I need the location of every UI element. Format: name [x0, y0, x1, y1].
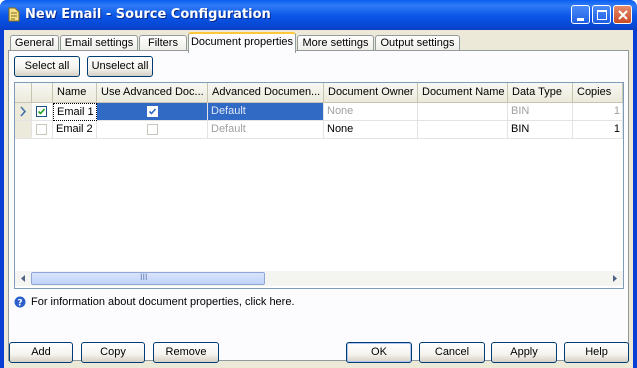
dialog-window: New Email - Source Configuration General… — [0, 0, 637, 368]
use-advanced-checkbox[interactable] — [147, 106, 158, 117]
close-button[interactable] — [613, 5, 632, 24]
remove-button[interactable]: Remove — [153, 342, 219, 363]
scroll-right-icon[interactable] — [608, 271, 622, 286]
header-advanced-document[interactable]: Advanced Documen... — [208, 83, 324, 103]
row-check-cell[interactable] — [32, 103, 53, 121]
close-icon — [618, 10, 628, 20]
checkmark-icon — [148, 108, 157, 115]
minimize-button[interactable] — [571, 5, 590, 24]
header-copies[interactable]: Copies — [573, 83, 623, 103]
document-owner-cell[interactable]: None — [324, 103, 418, 121]
header-data-type[interactable]: Data Type — [508, 83, 573, 103]
header-document-name[interactable]: Document Name — [418, 83, 508, 103]
maximize-icon — [597, 10, 607, 20]
copy-button[interactable]: Copy — [81, 342, 145, 363]
document-owner-cell[interactable]: None — [324, 121, 418, 139]
svg-text:?: ? — [17, 299, 22, 309]
title-bar[interactable]: New Email - Source Configuration — [0, 0, 637, 30]
use-advanced-cell[interactable] — [97, 121, 208, 139]
dialog-body: General Email settings Filters Document … — [4, 30, 633, 368]
info-text[interactable]: For information about document propertie… — [31, 296, 295, 308]
row-checkbox[interactable] — [36, 106, 47, 117]
scroll-grip: III — [140, 272, 148, 282]
use-advanced-cell[interactable] — [97, 103, 208, 121]
scroll-thumb[interactable]: III — [31, 272, 265, 285]
current-row-icon — [20, 106, 27, 117]
data-type-cell[interactable]: BIN — [508, 121, 573, 139]
header-name[interactable]: Name — [53, 83, 97, 103]
document-name-cell[interactable] — [418, 103, 508, 121]
row-selector[interactable] — [15, 103, 32, 121]
document-properties-grid: Name Use Advanced Doc... Advanced Docume… — [14, 82, 624, 289]
minimize-icon — [577, 18, 584, 21]
help-icon: ? — [14, 296, 26, 308]
advanced-document-cell[interactable]: Default — [208, 103, 324, 121]
name-cell[interactable]: Email 2 — [53, 121, 97, 139]
horizontal-scrollbar[interactable]: III — [15, 271, 623, 286]
table-row[interactable]: Email 1 Default None BIN 1 — [15, 103, 623, 121]
grid-header: Name Use Advanced Doc... Advanced Docume… — [15, 83, 623, 103]
advanced-document-cell[interactable]: Default — [208, 121, 324, 139]
document-properties-panel: Select all Unselect all Name Use Advance… — [8, 50, 629, 361]
row-header-corner — [15, 83, 32, 103]
data-type-cell[interactable]: BIN — [508, 103, 573, 121]
tab-document-properties[interactable]: Document properties — [188, 32, 296, 53]
use-advanced-checkbox[interactable] — [147, 124, 158, 135]
cancel-button[interactable]: Cancel — [419, 342, 485, 363]
scroll-left-icon[interactable] — [16, 271, 30, 286]
copies-cell[interactable]: 1 — [573, 121, 623, 139]
row-checkbox[interactable] — [36, 124, 47, 135]
name-cell[interactable]: Email 1 — [53, 103, 97, 121]
header-use-advanced[interactable]: Use Advanced Doc... — [97, 83, 208, 103]
row-selector[interactable] — [15, 121, 32, 139]
app-icon — [8, 7, 20, 22]
checkmark-icon — [37, 108, 46, 115]
unselect-all-button[interactable]: Unselect all — [87, 56, 153, 77]
window-title: New Email - Source Configuration — [25, 7, 271, 22]
select-all-button[interactable]: Select all — [14, 56, 80, 77]
apply-button[interactable]: Apply — [491, 342, 557, 363]
maximize-button[interactable] — [592, 5, 611, 24]
add-button[interactable]: Add — [9, 342, 73, 363]
row-check-cell[interactable] — [32, 121, 53, 139]
ok-button[interactable]: OK — [346, 342, 412, 363]
header-document-owner[interactable]: Document Owner — [324, 83, 418, 103]
document-name-cell[interactable] — [418, 121, 508, 139]
help-button[interactable]: Help — [564, 342, 629, 363]
header-check[interactable] — [32, 83, 53, 103]
table-row[interactable]: Email 2 Default None BIN 1 — [15, 121, 623, 139]
copies-cell[interactable]: 1 — [573, 103, 623, 121]
